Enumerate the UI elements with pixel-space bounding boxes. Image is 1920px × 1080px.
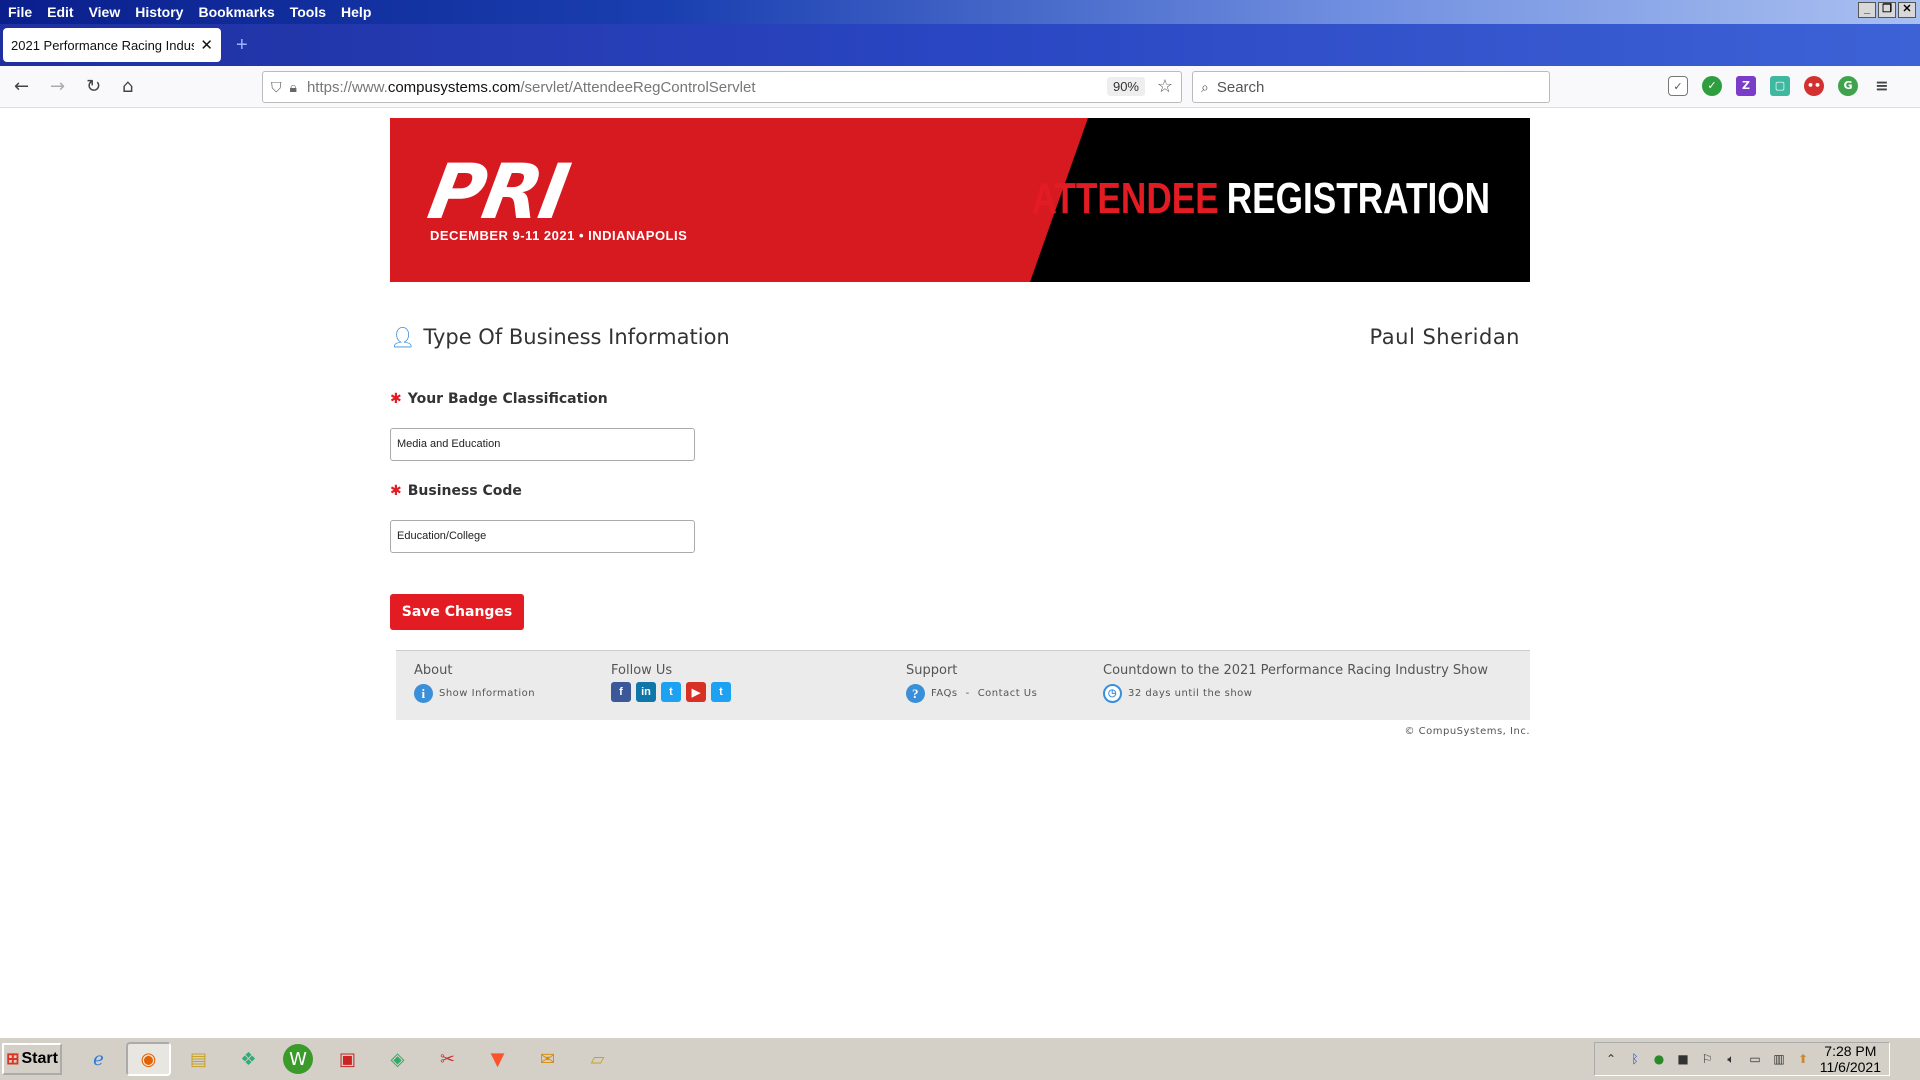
info-icon: i (414, 684, 433, 703)
bluetooth-icon[interactable]: ᛒ (1627, 1051, 1643, 1067)
close-window-icon[interactable]: ✕ (1898, 2, 1916, 18)
windows-logo-icon: ⊞ (6, 1051, 20, 1068)
hamburger-menu-icon[interactable]: ≡ (1872, 76, 1892, 96)
page-title: 👤︎ Type Of Business Information (390, 325, 730, 349)
navigation-bar: ← → ↻ ⌂ ⛉ 🔒︎ https://www.compusystems.co… (0, 66, 1920, 108)
home-icon[interactable]: ⌂ (122, 76, 133, 97)
user-name: Paul Sheridan (1369, 325, 1520, 349)
countdown-text: 32 days until the show (1128, 688, 1253, 699)
folder-app-icon[interactable]: ▱ (575, 1042, 620, 1076)
show-information-link[interactable]: Show Information (439, 688, 535, 699)
browser-app-icon[interactable]: ◈ (375, 1042, 420, 1076)
required-asterisk-icon: ✱ (390, 391, 402, 407)
windows-taskbar: ⊞ Start ℯ ◉ ▤ ❖ W ▣ ◈ ✂ ▼ ✉ ▱ ⌃ ᛒ ● ■ ⚐ 🔈… (0, 1036, 1920, 1080)
firefox-icon[interactable]: ◉ (126, 1042, 171, 1076)
menu-tools[interactable]: Tools (290, 4, 326, 20)
lock-icon[interactable]: 🔒︎ (290, 79, 297, 96)
volume-icon[interactable]: 🔈︎ (1723, 1051, 1739, 1067)
footer-about: About i Show Information (414, 663, 535, 703)
bookmark-star-icon[interactable]: ☆ (1157, 76, 1173, 97)
twitter-icon[interactable]: t (661, 682, 681, 702)
brave-icon[interactable]: ▼ (475, 1042, 520, 1076)
twitter-icon-2[interactable]: t (711, 682, 731, 702)
youtube-icon[interactable]: ▶ (686, 682, 706, 702)
tray-app-icon[interactable]: ● (1651, 1051, 1667, 1067)
windows-update-icon[interactable]: ❖ (226, 1042, 271, 1076)
browser-tab[interactable]: 2021 Performance Racing Indust ✕ (3, 28, 221, 62)
internet-explorer-icon[interactable]: ℯ (76, 1042, 121, 1076)
menu-file[interactable]: File (8, 4, 32, 20)
tab-strip: 2021 Performance Racing Indust ✕ + (0, 24, 1920, 66)
menu-view[interactable]: View (89, 4, 121, 20)
menu-bar: File Edit View History Bookmarks Tools H… (0, 0, 1920, 24)
clock-icon: ◷ (1103, 684, 1122, 703)
linkedin-icon[interactable]: in (636, 682, 656, 702)
restore-icon[interactable]: ❐ (1878, 2, 1896, 18)
taskbar-apps: ℯ ◉ ▤ ❖ W ▣ ◈ ✂ ▼ ✉ ▱ (76, 1042, 620, 1076)
menu-help[interactable]: Help (341, 4, 371, 20)
menu-edit[interactable]: Edit (47, 4, 73, 20)
tray-update-icon[interactable]: ⬆ (1795, 1051, 1811, 1067)
save-changes-button[interactable]: Save Changes (390, 594, 524, 630)
pri-banner: PRI DECEMBER 9-11 2021 • INDIANAPOLIS AT… (390, 118, 1530, 282)
screenshot-extension-icon[interactable]: ▢ (1770, 76, 1790, 96)
business-code-label: ✱ Business Code (390, 483, 522, 499)
search-input[interactable]: Search (1217, 79, 1265, 96)
system-clock[interactable]: 7:28 PM 11/6/2021 (1820, 1043, 1881, 1075)
new-tab-icon[interactable]: + (236, 34, 248, 57)
help-icon: ? (906, 684, 925, 703)
zoom-level[interactable]: 90% (1106, 77, 1145, 96)
banner-title: ATTENDEE REGISTRATION (1031, 174, 1490, 223)
chat-extension-icon[interactable]: •• (1804, 76, 1824, 96)
reload-icon[interactable]: ↻ (86, 76, 101, 97)
printer-icon[interactable]: ▥ (1771, 1051, 1787, 1067)
copyright: © CompuSystems, Inc. (1404, 726, 1530, 737)
extension-z-icon[interactable]: Z (1736, 76, 1756, 96)
tray-expand-icon[interactable]: ⌃ (1603, 1051, 1619, 1067)
tab-title: 2021 Performance Racing Indust (11, 37, 195, 53)
footer-follow: Follow Us f in t ▶ t (611, 663, 731, 702)
pdf-app-icon[interactable]: ▣ (325, 1042, 370, 1076)
badge-classification-field[interactable]: Media and Education (390, 428, 695, 461)
back-icon[interactable]: ← (14, 76, 29, 97)
tray-black-icon[interactable]: ■ (1675, 1051, 1691, 1067)
flag-icon[interactable]: ⚐ (1699, 1051, 1715, 1067)
system-tray: ⌃ ᛒ ● ■ ⚐ 🔈︎ ▭ ▥ ⬆ 7:28 PM 11/6/2021 (1594, 1042, 1890, 1076)
pocket-icon[interactable]: ✓ (1668, 76, 1688, 96)
search-bar[interactable]: ⌕ Search (1192, 71, 1550, 103)
url-text: https://www.compusystems.com/servlet/Att… (306, 78, 756, 96)
footer-countdown: Countdown to the 2021 Performance Racing… (1103, 663, 1488, 703)
close-tab-icon[interactable]: ✕ (200, 36, 213, 54)
shield-icon[interactable]: ⛉ (271, 79, 282, 96)
event-dates: DECEMBER 9-11 2021 • INDIANAPOLIS (430, 228, 688, 243)
user-icon: 👤︎ (390, 325, 416, 349)
network-icon[interactable]: ▭ (1747, 1051, 1763, 1067)
page-footer: About i Show Information Follow Us f in … (396, 650, 1530, 720)
w-app-icon[interactable]: W (283, 1044, 313, 1074)
outlook-icon[interactable]: ✉ (525, 1042, 570, 1076)
pri-logo: PRI (422, 147, 575, 236)
required-asterisk-icon: ✱ (390, 483, 402, 499)
window-controls: _ ❐ ✕ (1858, 2, 1916, 18)
faqs-link[interactable]: FAQs (931, 688, 958, 699)
footer-support: Support ? FAQs - Contact Us (906, 663, 1037, 703)
snipping-tool-icon[interactable]: ✂ (425, 1042, 470, 1076)
check-extension-icon[interactable]: ✓ (1702, 76, 1722, 96)
grammar-extension-icon[interactable]: G (1838, 76, 1858, 96)
menu-bookmarks[interactable]: Bookmarks (198, 4, 274, 20)
facebook-icon[interactable]: f (611, 682, 631, 702)
file-explorer-icon[interactable]: ▤ (176, 1042, 221, 1076)
forward-icon[interactable]: → (50, 76, 65, 97)
url-bar[interactable]: ⛉ 🔒︎ https://www.compusystems.com/servle… (262, 71, 1182, 103)
start-button[interactable]: ⊞ Start (2, 1043, 62, 1075)
menu-history[interactable]: History (135, 4, 183, 20)
toolbar-extensions: ✓ ✓ Z ▢ •• G ≡ (1668, 76, 1892, 96)
show-desktop-icon[interactable] (1898, 1040, 1920, 1078)
search-icon: ⌕ (1201, 78, 1209, 95)
badge-classification-label: ✱ Your Badge Classification (390, 391, 608, 407)
business-code-field[interactable]: Education/College (390, 520, 695, 553)
minimize-icon[interactable]: _ (1858, 2, 1876, 18)
contact-us-link[interactable]: Contact Us (978, 688, 1038, 699)
